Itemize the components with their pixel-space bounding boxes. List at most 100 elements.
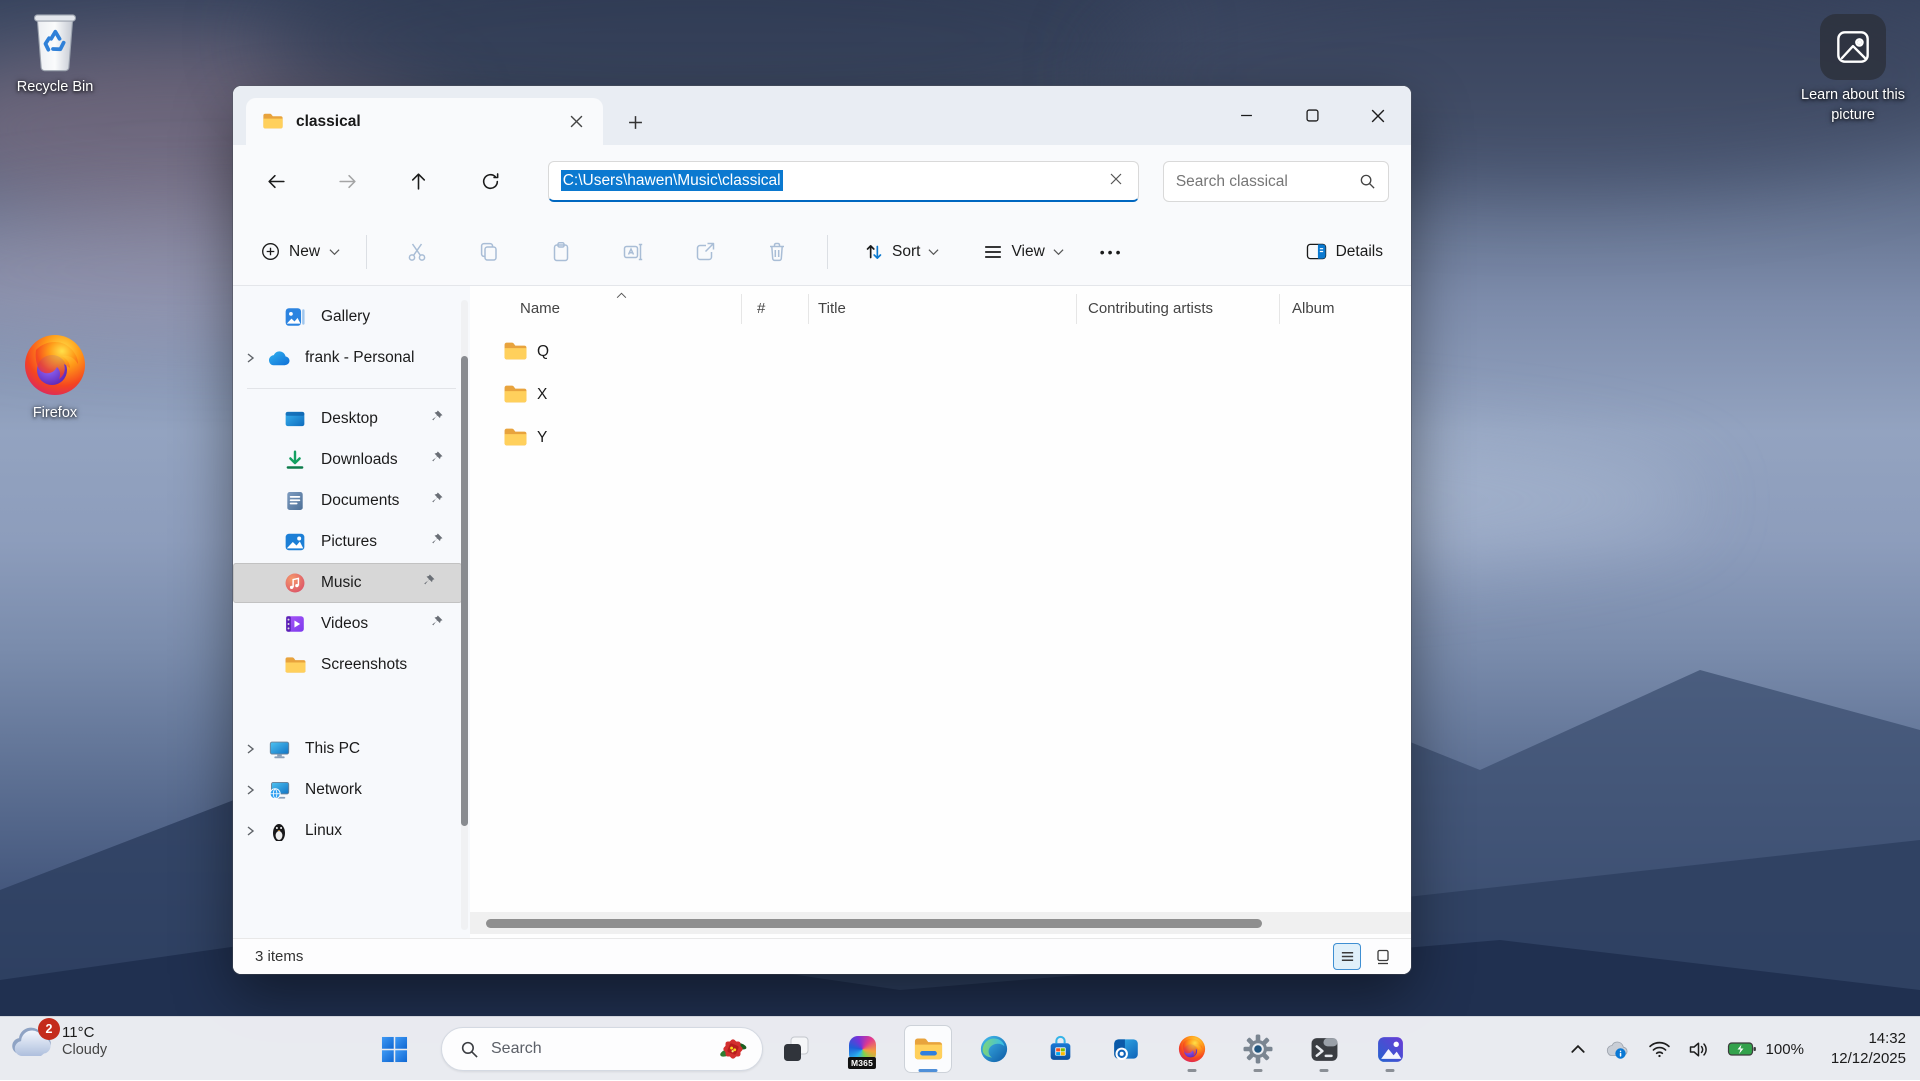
column-header-album[interactable]: Album — [1292, 286, 1335, 330]
cut-button[interactable] — [395, 232, 439, 272]
onedrive-tray-icon[interactable] — [1603, 1038, 1631, 1060]
view-button[interactable]: View — [973, 234, 1073, 270]
up-button[interactable] — [397, 162, 440, 202]
paste-button[interactable] — [539, 232, 583, 272]
sidebar-item-videos[interactable]: Videos — [233, 604, 470, 644]
details-pane-button[interactable]: Details — [1294, 234, 1395, 269]
tab-close-button[interactable] — [561, 107, 591, 137]
explorer-search-box[interactable]: Search classical — [1163, 161, 1389, 202]
desktop-icon-firefox[interactable]: Firefox — [0, 332, 110, 424]
start-button[interactable] — [370, 1025, 418, 1073]
date: 12/12/2025 — [1831, 1049, 1906, 1069]
column-header-contributing-artists[interactable]: Contributing artists — [1088, 286, 1213, 330]
sidebar-item-this-pc[interactable]: This PC — [233, 729, 470, 769]
file-row-folder-q[interactable]: Q — [470, 330, 1411, 373]
details-view-toggle[interactable] — [1333, 943, 1361, 970]
wifi-icon — [1648, 1040, 1671, 1058]
sidebar-item-documents[interactable]: Documents — [233, 481, 470, 521]
sidebar-scrollbar-thumb[interactable] — [461, 356, 468, 826]
sidebar-item-music[interactable]: Music — [233, 563, 462, 603]
settings-button[interactable] — [1234, 1025, 1282, 1073]
file-row-folder-y[interactable]: Y — [470, 416, 1411, 459]
photos-button[interactable] — [1366, 1025, 1414, 1073]
firefox-button[interactable] — [1168, 1025, 1216, 1073]
chevron-right-icon[interactable] — [233, 352, 267, 364]
close-icon — [1110, 173, 1122, 185]
column-header-name[interactable]: Name — [520, 286, 560, 330]
edge-button[interactable] — [970, 1025, 1018, 1073]
tab-classical[interactable]: classical — [246, 98, 603, 145]
sidebar-item-gallery[interactable]: Gallery — [233, 297, 470, 337]
new-button[interactable]: New — [249, 234, 352, 269]
horizontal-scrollbar-track[interactable] — [470, 912, 1411, 934]
sidebar-item-downloads[interactable]: Downloads — [233, 440, 470, 480]
delete-button[interactable] — [755, 232, 799, 272]
new-tab-button[interactable] — [617, 104, 653, 140]
sidebar-item-desktop[interactable]: Desktop — [233, 399, 470, 439]
address-bar[interactable]: C:\Users\hawen\Music\classical — [548, 161, 1139, 202]
desktop-icon-label: Firefox — [33, 404, 77, 424]
sidebar-divider — [247, 388, 456, 389]
desktop-icon — [283, 407, 307, 431]
battery-icon[interactable] — [1727, 1039, 1757, 1059]
desktop-icon-learn-about-picture[interactable]: Learn about this picture — [1798, 14, 1908, 125]
chevron-right-icon[interactable] — [233, 743, 267, 755]
sidebar-item-linux[interactable]: Linux — [233, 811, 470, 851]
task-view-button[interactable] — [772, 1025, 820, 1073]
folder-icon — [262, 112, 284, 131]
minimize-button[interactable] — [1213, 86, 1279, 145]
hidden-icons-chevron[interactable] — [1570, 1043, 1586, 1055]
sidebar-item-pictures[interactable]: Pictures — [233, 522, 470, 562]
desktop-icon-recycle-bin[interactable]: Recycle Bin — [0, 10, 110, 98]
column-divider[interactable] — [741, 294, 742, 324]
refresh-button[interactable] — [469, 162, 512, 202]
chevron-down-icon — [1053, 248, 1064, 256]
thumbnail-view-toggle[interactable] — [1369, 943, 1397, 970]
sidebar-item-screenshots[interactable]: Screenshots — [233, 645, 470, 685]
more-options-button[interactable]: ••• — [1086, 236, 1138, 268]
copy-button[interactable] — [467, 232, 511, 272]
sidebar-item-label: Desktop — [321, 410, 429, 428]
sidebar-item-network[interactable]: Network — [233, 770, 470, 810]
column-divider[interactable] — [1076, 294, 1077, 324]
column-header-number[interactable]: # — [757, 286, 765, 330]
taskbar-app-icons: M365 — [772, 1025, 1414, 1073]
battery-percentage[interactable]: 100% — [1766, 1041, 1804, 1058]
edge-icon — [979, 1034, 1009, 1064]
desktop-icon-label: Learn about this picture — [1798, 86, 1908, 125]
m365-copilot-button[interactable]: M365 — [838, 1025, 886, 1073]
clock-widget[interactable]: 14:32 12/12/2025 — [1831, 1029, 1906, 1070]
wifi-icon[interactable] — [1648, 1040, 1671, 1058]
column-divider[interactable] — [808, 294, 809, 324]
sidebar-item-onedrive[interactable]: frank - Personal — [233, 338, 470, 378]
file-row-folder-x[interactable]: X — [470, 373, 1411, 416]
trash-icon — [766, 241, 788, 263]
music-icon — [283, 571, 307, 595]
outlook-icon — [1111, 1034, 1141, 1064]
terminal-button[interactable] — [1300, 1025, 1348, 1073]
file-explorer-button[interactable] — [904, 1025, 952, 1073]
maximize-button[interactable] — [1279, 86, 1345, 145]
chevron-right-icon[interactable] — [233, 784, 267, 796]
outlook-button[interactable] — [1102, 1025, 1150, 1073]
weather-widget[interactable]: 2 11°C Cloudy — [10, 1024, 107, 1058]
column-header-title[interactable]: Title — [818, 286, 846, 330]
back-button[interactable] — [255, 162, 298, 202]
taskbar-search-box[interactable]: Search — [441, 1027, 763, 1071]
forward-button[interactable] — [326, 162, 369, 202]
rename-button[interactable] — [611, 232, 655, 272]
chevron-right-icon[interactable] — [233, 825, 267, 837]
close-button[interactable] — [1345, 86, 1411, 145]
copy-icon — [478, 241, 500, 263]
microsoft-store-button[interactable] — [1036, 1025, 1084, 1073]
sort-button[interactable]: Sort — [854, 234, 949, 270]
horizontal-scrollbar-thumb[interactable] — [486, 919, 1262, 928]
address-text-selected[interactable]: C:\Users\hawen\Music\classical — [561, 172, 1106, 190]
column-divider[interactable] — [1279, 294, 1280, 324]
details-label: Details — [1336, 243, 1383, 261]
downloads-icon — [283, 448, 307, 472]
share-button[interactable] — [683, 232, 727, 272]
clear-address-button[interactable] — [1106, 172, 1126, 190]
folder-icon — [503, 341, 528, 362]
volume-icon[interactable] — [1688, 1040, 1710, 1059]
